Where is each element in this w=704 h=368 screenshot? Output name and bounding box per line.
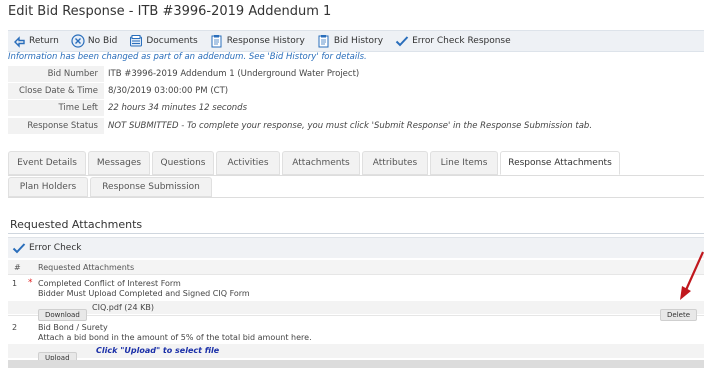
documents-icon [130,35,143,47]
row-number: 2 [12,323,18,332]
tab-event-details[interactable]: Event Details [8,151,86,175]
page-title: Edit Bid Response - ITB #3996-2019 Adden… [8,4,332,19]
tab-bar-row-1: Event Details Messages Questions Activit… [8,151,622,175]
no-bid-icon [71,34,85,48]
time-left-value: 22 hours 34 minutes 12 seconds [108,103,248,113]
tab-messages[interactable]: Messages [88,151,150,175]
response-history-button[interactable]: Response History [210,34,305,48]
bid-history-icon [318,35,329,48]
addendum-info-message: Information has been changed as part of … [8,52,367,62]
tab-attachments[interactable]: Attachments [282,151,360,175]
attached-file-name: CIQ.pdf (24 KB) [92,303,154,312]
bid-history-label: Bid History [333,36,384,46]
tab-divider [8,175,704,176]
download-button-label: Download [38,309,87,321]
documents-button[interactable]: Documents [129,34,198,48]
tab-response-attachments[interactable]: Response Attachments [500,151,620,175]
error-check-button[interactable]: Error Check [8,237,704,258]
error-check-response-button[interactable]: Error Check Response [395,34,511,48]
response-status-row: Response Status NOT SUBMITTED - To compl… [8,118,704,134]
attachment-description: Bidder Must Upload Completed and Signed … [38,289,250,298]
delete-button-label: Delete [660,309,697,321]
column-header-attachments: Requested Attachments [38,262,135,272]
attachment-name: Bid Bond / Surety [38,323,108,332]
return-button[interactable]: Return [12,34,59,48]
tab-divider-2 [8,197,704,198]
error-check-label: Error Check [29,243,82,253]
close-date-label: Close Date & Time [8,83,104,99]
bid-history-button[interactable]: Bid History [317,34,383,48]
download-button[interactable]: Download [38,302,87,321]
time-left-label: Time Left [8,100,104,116]
tab-questions[interactable]: Questions [152,151,214,175]
row-number: 1 [12,279,18,288]
annotation-arrow-icon [680,251,704,300]
tab-plan-holders[interactable]: Plan Holders [8,177,88,197]
upload-hint: Click "Upload" to select file [96,346,220,355]
tab-line-items[interactable]: Line Items [430,151,498,175]
tab-bar-row-2: Plan Holders Response Submission [8,177,214,197]
return-label: Return [29,36,59,46]
close-date-value: 8/30/2019 03:00:00 PM (CT) [108,86,229,96]
checkmark-icon [12,243,26,254]
no-bid-label: No Bid [87,36,118,46]
attachments-table-header: # Requested Attachments [8,260,704,275]
response-status-value: NOT SUBMITTED - To complete your respons… [108,121,593,131]
toolbar: Return No Bid Documents Response History… [8,30,704,52]
attachment-description: Attach a bid bond in the amount of 5% of… [38,333,312,342]
section-divider [8,233,704,234]
bid-number-row: Bid Number ITB #3996-2019 Addendum 1 (Un… [8,66,704,82]
return-arrow-icon [14,36,25,48]
table-footer-bar [8,360,704,368]
documents-label: Documents [146,36,198,46]
close-date-row: Close Date & Time 8/30/2019 03:00:00 PM … [8,83,704,99]
required-marker: * [28,278,33,288]
column-header-number: # [14,262,21,272]
attachment-name: Completed Conflict of Interest Form [38,279,181,288]
tab-response-submission[interactable]: Response Submission [90,177,212,197]
requested-attachments-title: Requested Attachments [10,218,143,231]
time-left-row: Time Left 22 hours 34 minutes 12 seconds [8,100,704,116]
tab-attributes[interactable]: Attributes [362,151,428,175]
delete-button[interactable]: Delete [660,302,697,321]
error-check-response-label: Error Check Response [412,36,511,46]
no-bid-button[interactable]: No Bid [71,34,118,48]
bid-number-label: Bid Number [8,66,104,82]
bid-number-value: ITB #3996-2019 Addendum 1 (Underground W… [108,69,360,79]
tab-activities[interactable]: Activities [216,151,280,175]
history-icon [211,35,222,48]
response-status-label: Response Status [8,118,104,134]
response-history-label: Response History [226,36,305,46]
checkmark-icon [395,36,409,47]
